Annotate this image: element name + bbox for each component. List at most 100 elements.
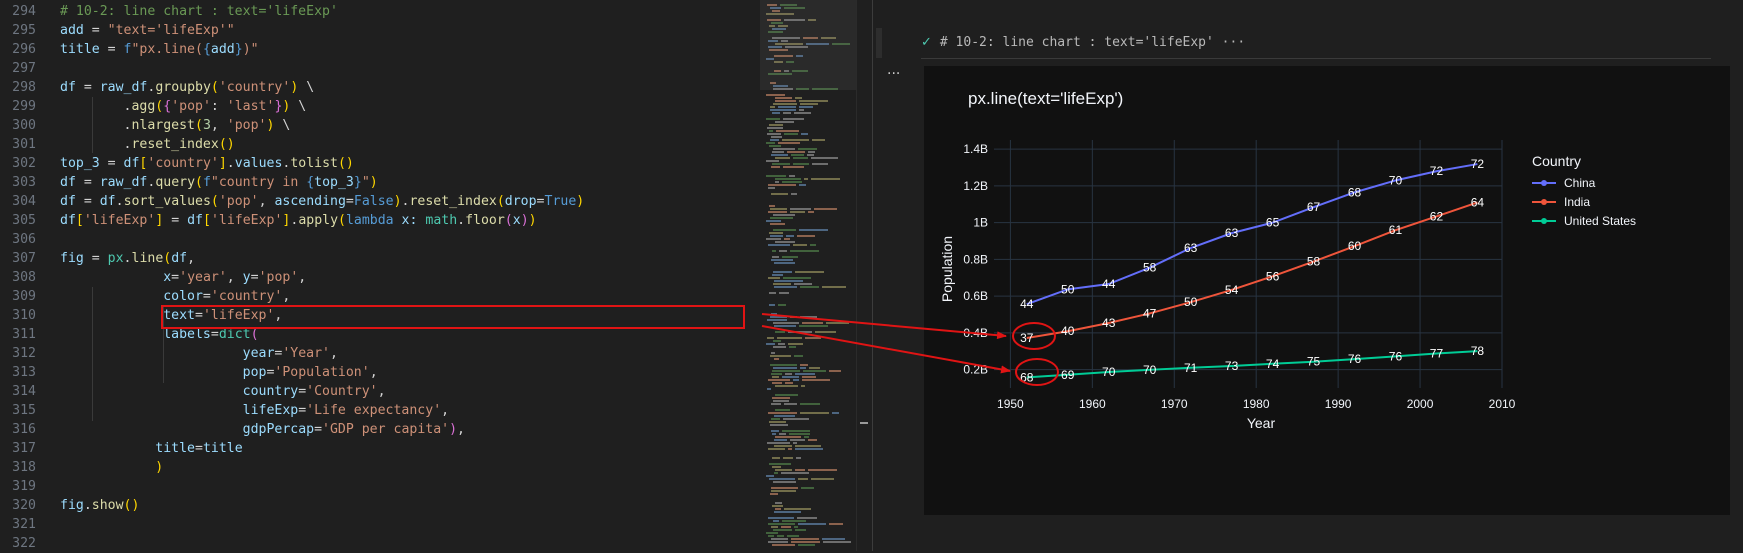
data-label: 44 — [1020, 297, 1034, 311]
code-token: ) — [576, 194, 585, 209]
minimap-line — [798, 478, 808, 480]
code-line[interactable]: 315 lifeExp='Life expectancy', — [0, 401, 760, 420]
minimap-line — [769, 130, 773, 132]
line-number: 298 — [12, 80, 36, 95]
code-line[interactable]: 320 fig.show() — [0, 496, 760, 515]
code-line[interactable]: 322 — [0, 534, 760, 553]
minimap-line — [769, 124, 783, 126]
code-line[interactable]: 301 .reset_index() — [0, 135, 760, 154]
x-axis-label: Year — [1247, 415, 1276, 431]
code-token: raw_df — [99, 175, 148, 190]
code-token: dict — [218, 327, 251, 342]
data-label: 47 — [1143, 306, 1157, 320]
cell-header-text: # 10-2: line chart : text='lifeExp' — [939, 35, 1214, 50]
code-line[interactable]: 297 — [0, 59, 760, 78]
code-line[interactable]: 309 color='country', — [0, 287, 760, 306]
code-line[interactable]: 306 — [0, 230, 760, 249]
code-token: title — [60, 42, 100, 57]
code-line[interactable]: 316 gdpPercap='GDP per capita'), — [0, 420, 760, 439]
minimap-line — [768, 211, 787, 213]
code-token: . — [457, 213, 466, 228]
code-line[interactable]: 312 year='Year', — [0, 344, 760, 363]
code-token: , — [274, 308, 283, 323]
y-tick-label: 1.2B — [963, 179, 988, 193]
code-line[interactable]: 298 df = raw_df.groupby('country') \ — [0, 78, 760, 97]
minimap-line — [826, 322, 849, 324]
minimap-line — [774, 280, 803, 282]
code-editor[interactable]: 294 # 10-2: line chart : text='lifeExp' 29… — [0, 0, 760, 551]
more-actions-button[interactable]: ... — [887, 62, 900, 78]
code-token: } — [353, 175, 362, 190]
code-line[interactable]: 302 top_3 = df['country'].values.tolist() — [0, 154, 760, 173]
code-line[interactable]: 305 df['lifeExp'] = df['lifeExp'].apply(l… — [0, 211, 760, 230]
plotly-chart[interactable]: px.line(text='lifeExp') 1950 1960 1970 1980… — [924, 66, 1730, 515]
code-line[interactable]: 304 df = df.sort_values('pop', ascending=… — [0, 192, 760, 211]
code-line[interactable]: 296 title = f"px.line({add})" — [0, 40, 760, 59]
minimap-line — [808, 151, 815, 153]
check-icon: ✓ — [921, 35, 932, 50]
minimap-line — [793, 244, 807, 246]
code-line[interactable]: 311 labels=dict( — [0, 325, 760, 344]
code-token: = — [163, 213, 188, 228]
minimap-line — [800, 412, 829, 414]
code-text: fig.show() — [60, 496, 139, 515]
minimap-line — [797, 517, 817, 519]
code-token: math — [425, 213, 458, 228]
scrollbar-thumb[interactable] — [860, 422, 868, 424]
minimap-line — [783, 457, 793, 459]
code-line[interactable]: 313 pop='Population', — [0, 363, 760, 382]
minimap-line — [829, 370, 841, 372]
minimap-line — [768, 412, 797, 414]
minimap-line — [812, 139, 825, 141]
code-line[interactable]: 307 fig = px.line(df, — [0, 249, 760, 268]
code-token: show — [91, 498, 124, 513]
minimap-line — [777, 337, 802, 339]
code-line[interactable]: 318 ) — [0, 458, 760, 477]
code-token: , — [298, 270, 307, 285]
minimap[interactable] — [760, 0, 856, 551]
code-line[interactable]: 295 add = "text='lifeExp'" — [0, 21, 760, 40]
code-token: . — [123, 251, 132, 266]
minimap-line — [768, 277, 780, 279]
minimap-line — [775, 157, 790, 159]
data-label: 71 — [1184, 361, 1198, 375]
code-token: . — [226, 156, 235, 171]
code-line[interactable]: 308 x='year', y='pop', — [0, 268, 760, 287]
minimap-line — [802, 322, 823, 324]
minimap-line — [769, 421, 786, 423]
minimap-slider[interactable] — [760, 0, 856, 90]
code-line[interactable]: 314 country='Country', — [0, 382, 760, 401]
code-token: 'Country' — [306, 384, 378, 399]
series-line — [1026, 350, 1478, 379]
code-line[interactable]: 299 .agg({'pop': 'last'}) \ — [0, 97, 760, 116]
minimap-line — [774, 511, 801, 513]
minimap-line — [775, 469, 792, 471]
code-text: lifeExp='Life expectancy', — [60, 401, 449, 420]
code-token: 'lifeExp' — [83, 213, 156, 228]
code-line[interactable]: 294 # 10-2: line chart : text='lifeExp' — [0, 2, 760, 21]
code-token: \ — [298, 80, 315, 95]
cell-header[interactable]: ✓ # 10-2: line chart : text='lifeExp' ··· — [921, 28, 1711, 59]
minimap-line — [766, 532, 778, 534]
code-line[interactable]: 317 title=title — [0, 439, 760, 458]
code-line[interactable]: 321 — [0, 515, 760, 534]
legend[interactable]: Country China India United States — [1532, 153, 1636, 228]
code-token: { — [163, 99, 172, 114]
code-text: fig = px.line(df, — [60, 249, 195, 268]
code-line[interactable]: 310 text='lifeExp', — [0, 306, 760, 325]
code-text: x='year', y='pop', — [60, 268, 306, 287]
minimap-line — [773, 346, 786, 348]
minimap-line — [769, 205, 775, 207]
code-line[interactable]: 319 — [0, 477, 760, 496]
minimap-line — [773, 367, 797, 369]
code-token: df — [99, 194, 116, 209]
code-line[interactable]: 300 .nlargest(3, 'pop') \ — [0, 116, 760, 135]
code-line[interactable]: 303 df = raw_df.query(f"country in {top_3… — [0, 173, 760, 192]
minimap-line — [829, 523, 843, 525]
code-token: \ — [274, 118, 291, 133]
code-token: 'country' — [218, 80, 291, 95]
code-token: 3 — [202, 118, 211, 133]
minimap-line — [768, 187, 775, 189]
editor-scrollbar[interactable] — [856, 0, 871, 551]
